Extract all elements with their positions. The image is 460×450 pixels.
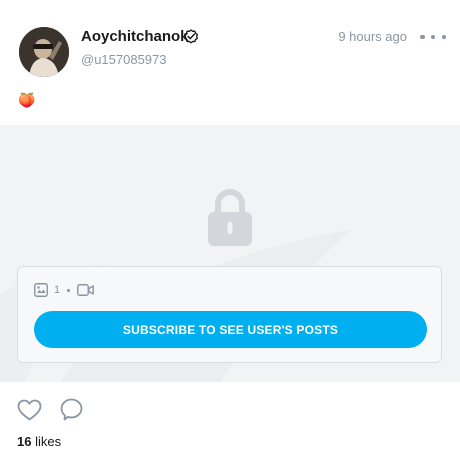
avatar-photo <box>19 27 69 77</box>
media-counts: 1 <box>34 283 95 297</box>
author-display-name[interactable]: Aoychitchanok <box>81 28 189 45</box>
post-text: 🍑 <box>18 92 36 108</box>
separator-dot <box>67 288 71 292</box>
image-count: 1 <box>54 284 61 296</box>
author-username[interactable]: @u157085973 <box>81 52 167 67</box>
verified-badge-icon <box>184 29 198 44</box>
comment-bubble-icon[interactable] <box>60 398 83 421</box>
video-icon <box>77 284 95 296</box>
subscribe-button[interactable]: SUBSCRIBE TO SEE USER'S POSTS <box>34 311 427 348</box>
more-dots-icon <box>441 34 446 40</box>
post-header: Aoychitchanok @u157085973 9 hours ago <box>0 0 460 90</box>
locked-media-area: 1 SUBSCRIBE TO SEE USER'S POSTS <box>0 125 460 382</box>
likes-count[interactable]: 16 likes <box>17 434 61 449</box>
likes-number: 16 <box>17 434 32 449</box>
image-icon <box>34 283 48 297</box>
more-dots-icon <box>420 34 425 40</box>
subscribe-card: 1 SUBSCRIBE TO SEE USER'S POSTS <box>17 266 442 363</box>
author-avatar[interactable] <box>19 27 69 77</box>
post-timestamp[interactable]: 9 hours ago <box>338 29 407 44</box>
post-actions <box>17 398 83 421</box>
more-options-button[interactable] <box>420 28 446 46</box>
likes-label: likes <box>35 434 62 449</box>
like-heart-icon[interactable] <box>17 399 42 421</box>
lock-icon <box>208 189 252 246</box>
more-dots-icon <box>430 34 436 40</box>
